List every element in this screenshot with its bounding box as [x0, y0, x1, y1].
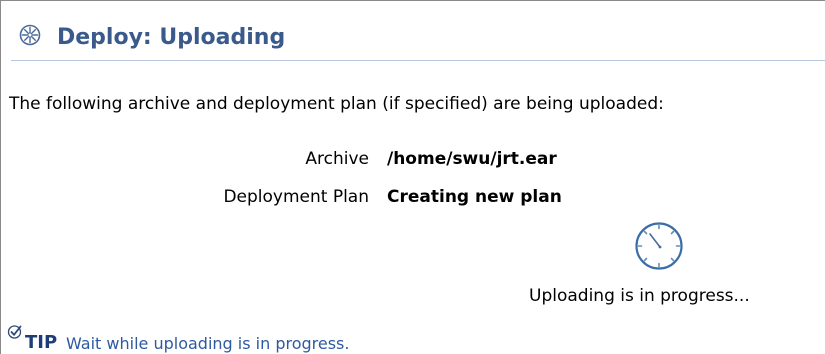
archive-row: Archive /home/swu/jrt.ear — [1, 147, 825, 171]
checkmark-icon — [7, 324, 23, 340]
upload-status-text: Uploading is in progress... — [529, 286, 750, 306]
deploy-gear-icon — [19, 24, 41, 46]
clock-icon — [633, 220, 685, 272]
deployment-plan-value: Creating new plan — [387, 187, 562, 207]
archive-label: Archive — [305, 149, 369, 169]
intro-text: The following archive and deployment pla… — [9, 94, 664, 114]
tip-text: Wait while uploading is in progress. — [66, 334, 350, 353]
deployment-plan-row: Deployment Plan Creating new plan — [1, 185, 825, 209]
page-header: Deploy: Uploading — [11, 15, 825, 61]
tip-label: TIP — [25, 332, 58, 353]
content-frame: Deploy: Uploading The following archive … — [0, 0, 825, 354]
archive-value: /home/swu/jrt.ear — [387, 149, 557, 169]
page-title: Deploy: Uploading — [57, 25, 286, 50]
deployment-plan-label: Deployment Plan — [223, 187, 369, 207]
